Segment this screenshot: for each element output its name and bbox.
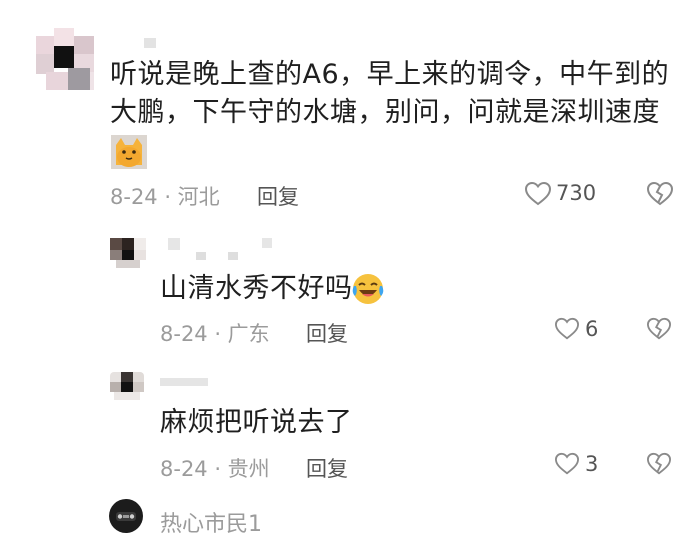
comment-text-line2: 大鹏，下午守的水塘，别问，问就是深圳速度 — [110, 97, 660, 128]
broken-heart-icon[interactable] — [646, 317, 672, 341]
like-count: 730 — [556, 181, 597, 205]
comment-meta: 8-24 · 广东 — [160, 322, 270, 346]
username-blurred[interactable] — [144, 38, 156, 48]
avatar[interactable] — [108, 498, 144, 534]
heart-outline-icon[interactable] — [554, 317, 580, 341]
laughing-crying-emoji-icon — [351, 272, 385, 306]
broken-heart-icon[interactable] — [646, 452, 672, 476]
like-count: 3 — [585, 452, 599, 476]
comment-meta: 8-24 · 河北 — [110, 185, 220, 209]
comment-text: 山清水秀不好吗 — [160, 273, 353, 304]
username[interactable]: 热心市民1 — [160, 506, 262, 538]
heart-outline-icon[interactable] — [524, 181, 552, 207]
username-blurred[interactable] — [228, 252, 238, 260]
username-blurred[interactable] — [262, 238, 272, 248]
avatar[interactable] — [110, 372, 144, 400]
username-blurred[interactable] — [196, 252, 206, 260]
like-count: 6 — [585, 317, 599, 341]
comment-text: 麻烦把听说去了 — [160, 407, 353, 438]
reply-button[interactable]: 回复 — [306, 318, 348, 348]
cat-emoji-icon — [111, 135, 147, 169]
heart-outline-icon[interactable] — [554, 452, 580, 476]
comment-meta: 8-24 · 贵州 — [160, 457, 270, 481]
comment-text-line1: 听说是晚上查的A6，早上来的调令，中午到的 — [110, 59, 670, 90]
broken-heart-icon[interactable] — [646, 181, 674, 207]
reply-button[interactable]: 回复 — [306, 453, 348, 483]
username-blurred[interactable] — [160, 378, 208, 386]
username-blurred[interactable] — [168, 238, 180, 250]
avatar[interactable] — [110, 238, 146, 268]
avatar[interactable] — [36, 28, 94, 90]
reply-button[interactable]: 回复 — [257, 181, 299, 211]
